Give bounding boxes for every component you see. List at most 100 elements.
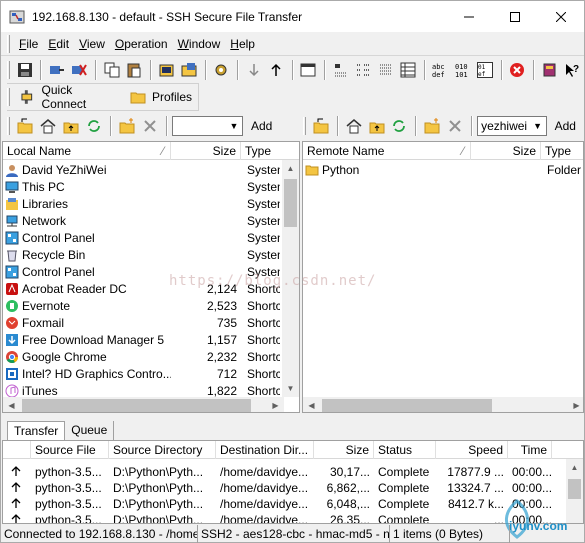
local-home-button[interactable] — [37, 115, 59, 137]
minimize-button[interactable] — [446, 1, 492, 32]
status-cipher: SSH2 - aes128-cbc - hmac-md5 - no — [198, 525, 390, 543]
download-button[interactable] — [243, 59, 264, 81]
copy-button[interactable] — [101, 59, 122, 81]
remote-type-column-header[interactable]: Type — [541, 142, 583, 160]
scroll-thumb[interactable] — [284, 179, 297, 227]
local-add-button[interactable]: Add — [243, 119, 280, 133]
size-column-header[interactable]: Size — [314, 441, 374, 459]
profiles-button[interactable]: Profiles — [124, 89, 198, 105]
transfer-row[interactable]: python-3.5... D:\Python\Pyth... /home/davi… — [3, 511, 552, 523]
scroll-left-icon[interactable]: ◀ — [303, 397, 320, 412]
menu-view[interactable]: View — [74, 37, 110, 51]
remote-size-column-header[interactable]: Size — [471, 142, 541, 160]
small-icons-button[interactable] — [352, 59, 373, 81]
local-file-row[interactable]: Google Chrome 2,232 Shortc — [3, 348, 280, 365]
remote-path-combo[interactable]: yezhiwei ▼ — [477, 116, 547, 136]
remote-delete-button[interactable] — [444, 115, 466, 137]
local-file-row[interactable]: Intel? HD Graphics Contro... 712 Shortc — [3, 365, 280, 382]
transfer-row[interactable]: python-3.5... D:\Python\Pyth... /home/davi… — [3, 463, 552, 480]
remote-horizontal-scrollbar[interactable]: ◀ ▶ — [303, 397, 583, 412]
local-file-row[interactable]: Evernote 2,523 Shortc — [3, 297, 280, 314]
speed-column-header[interactable]: Speed — [436, 441, 508, 459]
disconnect-button[interactable] — [69, 59, 90, 81]
local-file-row[interactable]: Network System — [3, 212, 280, 229]
remote-toolbar-grip[interactable] — [303, 117, 306, 135]
maximize-button[interactable] — [492, 1, 538, 32]
parent-folder-icon — [313, 118, 329, 134]
scroll-down-icon[interactable]: ▼ — [282, 380, 299, 397]
local-horizontal-scrollbar[interactable]: ◀ ▶ — [3, 397, 284, 412]
tab-queue[interactable]: Queue — [65, 421, 115, 440]
scroll-up-icon[interactable]: ▲ — [566, 459, 583, 476]
local-file-row[interactable]: Free Download Manager 5 1,157 Shortc — [3, 331, 280, 348]
new-file-transfer-button[interactable] — [178, 59, 199, 81]
upload-button[interactable] — [265, 59, 286, 81]
list-view-button[interactable] — [375, 59, 396, 81]
toolbar-grip[interactable] — [7, 61, 10, 79]
menu-help[interactable]: Help — [225, 37, 260, 51]
toolbar-separator — [533, 60, 536, 80]
remote-file-row[interactable]: Python Folder — [303, 161, 583, 178]
scroll-thumb[interactable] — [22, 399, 251, 412]
menu-file[interactable]: File — [14, 37, 43, 51]
destination-directory-column-header[interactable]: Destination Dir... — [216, 441, 314, 459]
auto-mode-button[interactable]: 01 ef — [474, 59, 495, 81]
ascii-mode-button[interactable]: abc def — [430, 59, 451, 81]
scroll-right-icon[interactable]: ▶ — [267, 397, 284, 412]
local-path-combo[interactable]: ▼ — [172, 116, 243, 136]
remote-add-button[interactable]: Add — [547, 119, 584, 133]
remote-upload-folder-button[interactable] — [366, 115, 388, 137]
binary-mode-button[interactable]: 010 101 — [452, 59, 473, 81]
remote-name-column-header[interactable]: Remote Name ⁄ — [303, 142, 471, 160]
time-column-header[interactable]: Time — [508, 441, 552, 459]
help-topics-button[interactable] — [539, 59, 560, 81]
local-refresh-button[interactable] — [83, 115, 105, 137]
details-view-button[interactable] — [397, 59, 418, 81]
scroll-thumb[interactable] — [568, 479, 581, 499]
status-column-header[interactable]: Status — [374, 441, 436, 459]
scroll-right-icon[interactable]: ▶ — [568, 397, 583, 412]
new-terminal-button[interactable] — [156, 59, 177, 81]
quick-connect-button[interactable]: Quick Connect — [14, 83, 124, 111]
quick-bar-grip[interactable] — [7, 88, 10, 106]
local-file-row[interactable]: This PC System — [3, 178, 280, 195]
stop-button[interactable] — [507, 59, 528, 81]
paste-button[interactable] — [123, 59, 144, 81]
remote-refresh-button[interactable] — [389, 115, 411, 137]
toggle-panel-button[interactable] — [298, 59, 319, 81]
remote-parent-folder-button[interactable] — [310, 115, 332, 137]
remote-home-button[interactable] — [343, 115, 365, 137]
transfer-row[interactable]: python-3.5... D:\Python\Pyth... /home/davi… — [3, 479, 552, 496]
connect-button[interactable] — [46, 59, 67, 81]
local-parent-folder-button[interactable] — [14, 115, 36, 137]
local-file-row[interactable]: Foxmail 735 Shortc — [3, 314, 280, 331]
local-delete-button[interactable] — [139, 115, 161, 137]
local-file-row[interactable]: Libraries System — [3, 195, 280, 212]
menu-window[interactable]: Window — [173, 37, 226, 51]
scroll-left-icon[interactable]: ◀ — [3, 397, 20, 412]
menu-operation[interactable]: Operation — [110, 37, 173, 51]
source-directory-column-header[interactable]: Source Directory — [109, 441, 216, 459]
tab-transfer[interactable]: Transfer — [7, 421, 66, 440]
local-new-folder-button[interactable] — [116, 115, 138, 137]
transfer-row[interactable]: python-3.5... D:\Python\Pyth... /home/davi… — [3, 495, 552, 512]
local-file-row[interactable]: David YeZhiWei System — [3, 161, 280, 178]
remote-new-folder-button[interactable] — [421, 115, 443, 137]
local-upload-folder-button[interactable] — [60, 115, 82, 137]
local-file-row[interactable]: Control Panel System — [3, 229, 280, 246]
large-icons-button[interactable] — [330, 59, 351, 81]
local-file-row[interactable]: Recycle Bin System — [3, 246, 280, 263]
source-file-column-header[interactable]: Source File — [31, 441, 109, 459]
scroll-up-icon[interactable]: ▲ — [282, 160, 299, 177]
settings-button[interactable] — [211, 59, 232, 81]
local-size-column-header[interactable]: Size — [171, 142, 241, 160]
menu-edit[interactable]: Edit — [43, 37, 74, 51]
menu-grip[interactable] — [7, 34, 10, 53]
local-name-column-header[interactable]: Local Name ⁄ — [3, 142, 171, 160]
save-button[interactable] — [14, 59, 35, 81]
local-toolbar-grip[interactable] — [7, 117, 10, 135]
local-type-column-header[interactable]: Type — [241, 142, 299, 160]
context-help-button[interactable]: ? — [561, 59, 582, 81]
close-button[interactable] — [538, 1, 584, 32]
scroll-thumb[interactable] — [322, 399, 492, 412]
